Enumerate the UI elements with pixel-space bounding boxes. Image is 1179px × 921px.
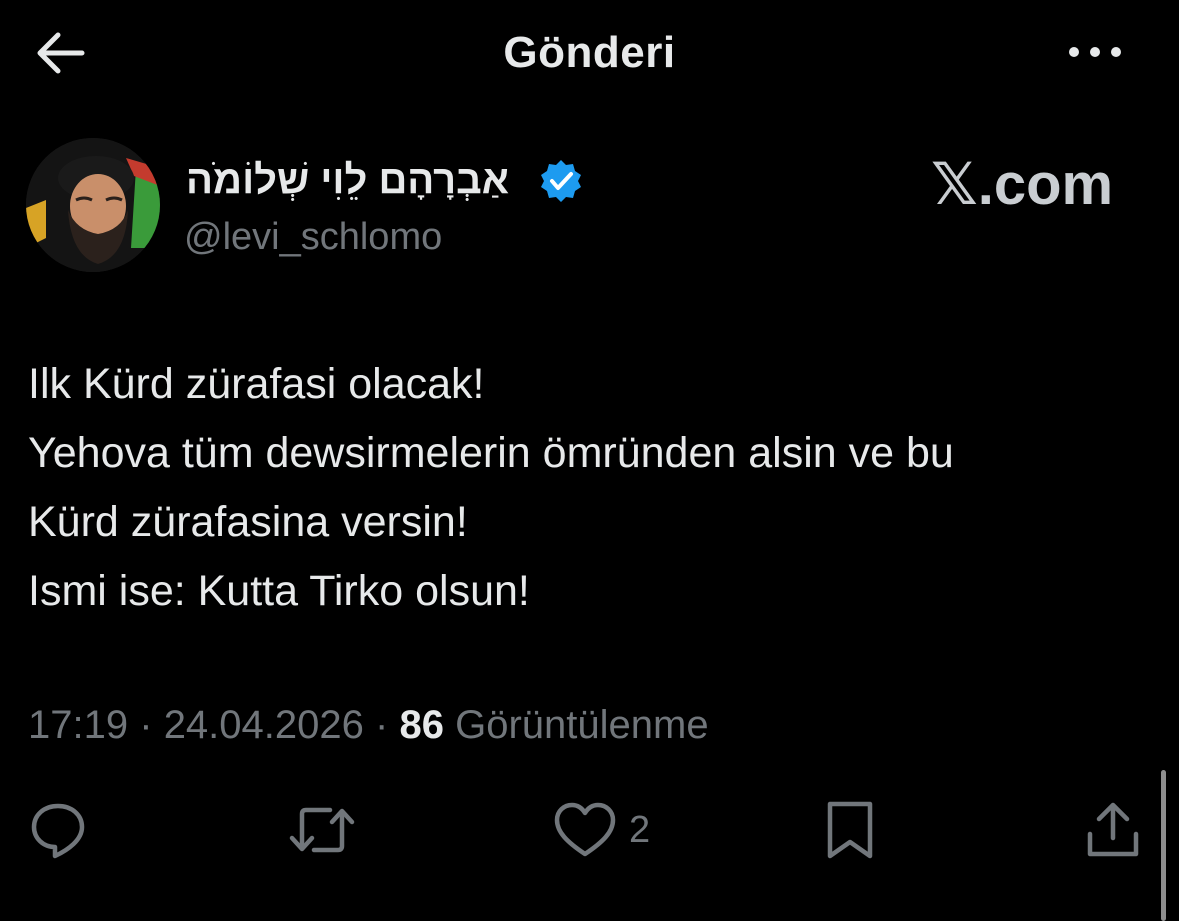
tweet-line: Kürd zürafasina versin! [28,498,468,546]
more-icon [1069,47,1121,57]
tweet-date[interactable]: 24.04.2026 [164,703,364,747]
share-button[interactable] [1085,800,1141,860]
views-label[interactable]: Görüntülenme [455,703,708,747]
bookmark-button[interactable] [824,800,876,860]
share-icon [1087,802,1139,857]
tweet-line: Ilk Kürd zürafasi olacak! [28,360,485,408]
tweet-text: Ilk Kürd zürafasi olacak! Yehova tüm dew… [28,350,1158,626]
retweet-button[interactable] [288,800,356,860]
action-bar: 2 [0,790,1179,880]
reply-button[interactable] [28,800,88,860]
reply-icon [31,803,85,859]
x-watermark: 𝕏.com [931,152,1114,217]
more-options-button[interactable] [1060,32,1130,72]
like-count: 2 [629,808,651,851]
author-row: אַבְרָהָם לֵוִי שְׁלוֹמֹה @levi_schlomo … [26,138,1156,278]
avatar-image [26,138,160,272]
retweet-icon [289,807,355,853]
meta-separator: · [375,703,389,747]
tweet-time[interactable]: 17:19 [28,703,128,747]
top-bar: Gönderi [0,0,1179,110]
tweet-line: Ismi ise: Kutta Tirko olsun! [28,567,530,615]
tweet-line: Yehova tüm dewsirmelerin ömründen alsin … [28,429,954,477]
author-display-name[interactable]: אַבְרָהָם לֵוִי שְׁלוֹמֹה [186,158,509,203]
page-title: Gönderi [503,28,676,77]
avatar[interactable] [26,138,160,272]
scrollbar[interactable] [1161,770,1166,921]
author-handle[interactable]: @levi_schlomo [184,216,442,259]
tweet-meta: 17:19 · 24.04.2026 · 86 Görüntülenme [28,703,709,748]
bookmark-icon [827,801,873,859]
like-button[interactable]: 2 [553,800,650,860]
meta-separator: · [139,703,153,747]
views-count[interactable]: 86 [399,703,444,747]
verified-badge-icon [541,160,581,202]
like-icon [554,802,616,857]
